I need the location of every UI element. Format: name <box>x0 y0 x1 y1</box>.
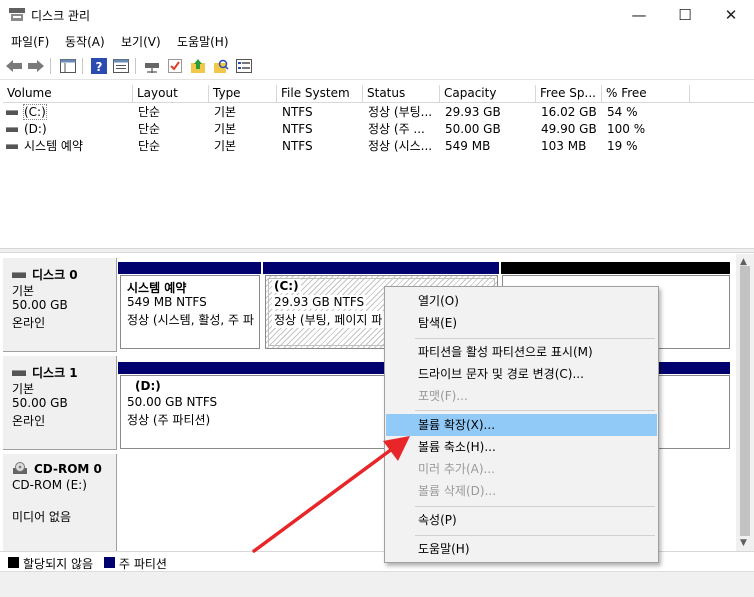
annotation-arrow <box>252 436 410 553</box>
